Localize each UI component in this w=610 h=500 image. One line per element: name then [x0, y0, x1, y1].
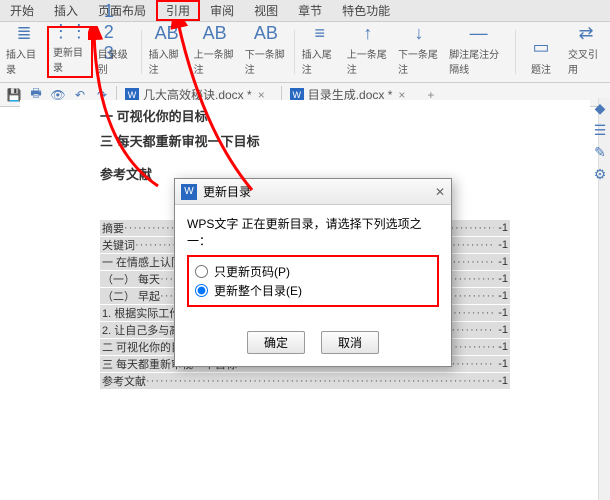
- toc-page: -1: [494, 358, 508, 370]
- update-toc-dialog: W 更新目录 ✕ WPS文字 正在更新目录，请选择下列选项之一： 只更新页码(P…: [174, 178, 452, 367]
- ribbon-脚注尾注分隔线[interactable]: —脚注尾注分隔线: [445, 26, 512, 78]
- tab-特色功能[interactable]: 特色功能: [332, 0, 400, 21]
- ribbon-label: 下一条尾注: [398, 46, 440, 76]
- dock-icon[interactable]: ☰: [592, 122, 608, 138]
- ribbon-插入目录[interactable]: ≣插入目录: [2, 26, 46, 78]
- ribbon-icon: AB: [254, 23, 278, 44]
- tab-插入[interactable]: 插入: [44, 0, 88, 21]
- toc-line: 参考文献····································…: [100, 373, 510, 389]
- tab-引用[interactable]: 引用: [156, 0, 200, 21]
- dialog-titlebar: W 更新目录 ✕: [175, 179, 451, 205]
- ribbon-icon: ⇄: [574, 23, 598, 44]
- dialog-message: WPS文字 正在更新目录，请选择下列选项之一：: [187, 215, 439, 249]
- toc-title: 一 在情感上认同: [102, 254, 182, 270]
- ribbon-label: 插入尾注: [302, 46, 338, 76]
- ribbon-更新目录[interactable]: ⋮⋮更新目录: [47, 26, 93, 78]
- ribbon-下一条脚注[interactable]: AB下一条脚注: [241, 26, 291, 78]
- close-icon[interactable]: ✕: [435, 185, 445, 199]
- toc-title: （二） 早起: [102, 288, 160, 304]
- ribbon-label: 上一条尾注: [347, 46, 389, 76]
- ribbon-插入尾注[interactable]: ≡插入尾注: [298, 26, 342, 78]
- radio-page-numbers[interactable]: [195, 265, 208, 278]
- ribbon-label: 上一条脚注: [194, 46, 236, 76]
- ribbon-label: 题注: [531, 61, 551, 76]
- toc-title: 参考文献: [102, 373, 146, 389]
- option-label: 只更新页码(P): [214, 263, 290, 280]
- ribbon-icon: AB: [155, 23, 179, 44]
- ribbon-tabs: 开始插入页面布局引用审阅视图章节特色功能: [0, 0, 610, 22]
- ribbon: ≣插入目录⋮⋮更新目录1 2 3目录级别AB插入脚注AB上一条脚注AB下一条脚注…: [0, 22, 610, 83]
- body-line: 一 可视化你的目标: [100, 106, 510, 125]
- toc-title: 关键词: [102, 237, 135, 253]
- toc-page: -1: [494, 239, 508, 251]
- ribbon-下一条尾注[interactable]: ↓下一条尾注: [394, 26, 444, 78]
- ribbon-icon: 1 2 3: [104, 20, 128, 44]
- radio-entire-toc[interactable]: [195, 284, 208, 297]
- option-update-page-numbers[interactable]: 只更新页码(P): [195, 263, 431, 280]
- ribbon-icon: ▭: [529, 35, 553, 59]
- ribbon-label: 脚注尾注分隔线: [449, 46, 508, 76]
- dialog-title: 更新目录: [203, 183, 251, 200]
- toc-page: -1: [494, 290, 508, 302]
- ribbon-目录级别[interactable]: 1 2 3目录级别: [94, 26, 138, 78]
- dock-icon[interactable]: ✎: [592, 144, 608, 160]
- app-icon: W: [181, 184, 197, 200]
- toc-page: -1: [494, 375, 508, 387]
- ribbon-icon: AB: [203, 23, 227, 44]
- ribbon-icon: ↑: [356, 23, 380, 44]
- ribbon-label: 插入脚注: [149, 46, 185, 76]
- toc-page: -1: [494, 324, 508, 336]
- toc-page: -1: [494, 341, 508, 353]
- dock-icon[interactable]: ⚙: [592, 166, 608, 182]
- ribbon-上一条脚注[interactable]: AB上一条脚注: [190, 26, 240, 78]
- ribbon-icon: —: [467, 23, 491, 44]
- toc-leader: ········································…: [146, 375, 494, 387]
- ribbon-icon: ⋮⋮: [58, 21, 82, 42]
- cancel-button[interactable]: 取消: [321, 331, 379, 354]
- tab-开始[interactable]: 开始: [0, 0, 44, 21]
- tab-审阅[interactable]: 审阅: [200, 0, 244, 21]
- ribbon-交叉引用[interactable]: ⇄交叉引用: [564, 26, 608, 78]
- option-update-entire-toc[interactable]: 更新整个目录(E): [195, 282, 431, 299]
- dialog-options: 只更新页码(P) 更新整个目录(E): [187, 255, 439, 307]
- ribbon-label: 交叉引用: [568, 46, 604, 76]
- ribbon-上一条尾注[interactable]: ↑上一条尾注: [343, 26, 393, 78]
- side-dock: ◆ ☰ ✎ ⚙: [592, 100, 608, 182]
- ribbon-icon: ≡: [308, 23, 332, 44]
- ribbon-插入脚注[interactable]: AB插入脚注: [145, 26, 189, 78]
- ribbon-label: 插入目录: [6, 46, 42, 76]
- dock-icon[interactable]: ◆: [592, 100, 608, 116]
- toc-page: -1: [494, 222, 508, 234]
- tab-章节[interactable]: 章节: [288, 0, 332, 21]
- toc-page: -1: [494, 307, 508, 319]
- toc-title: （一） 每天: [102, 271, 160, 287]
- toc-page: -1: [494, 273, 508, 285]
- ribbon-label: 下一条脚注: [245, 46, 287, 76]
- option-label: 更新整个目录(E): [214, 282, 302, 299]
- ribbon-label: 更新目录: [53, 44, 87, 74]
- tab-视图[interactable]: 视图: [244, 0, 288, 21]
- ribbon-icon: ≣: [12, 23, 36, 44]
- ok-button[interactable]: 确定: [247, 331, 305, 354]
- toc-page: -1: [494, 256, 508, 268]
- body-line: 三 每天都重新审视一下目标: [100, 131, 510, 150]
- ribbon-icon: ↓: [407, 23, 431, 44]
- ribbon-题注[interactable]: ▭ 题注: [519, 26, 563, 78]
- toc-title: 摘要: [102, 220, 124, 236]
- ribbon-label: 目录级别: [98, 46, 134, 76]
